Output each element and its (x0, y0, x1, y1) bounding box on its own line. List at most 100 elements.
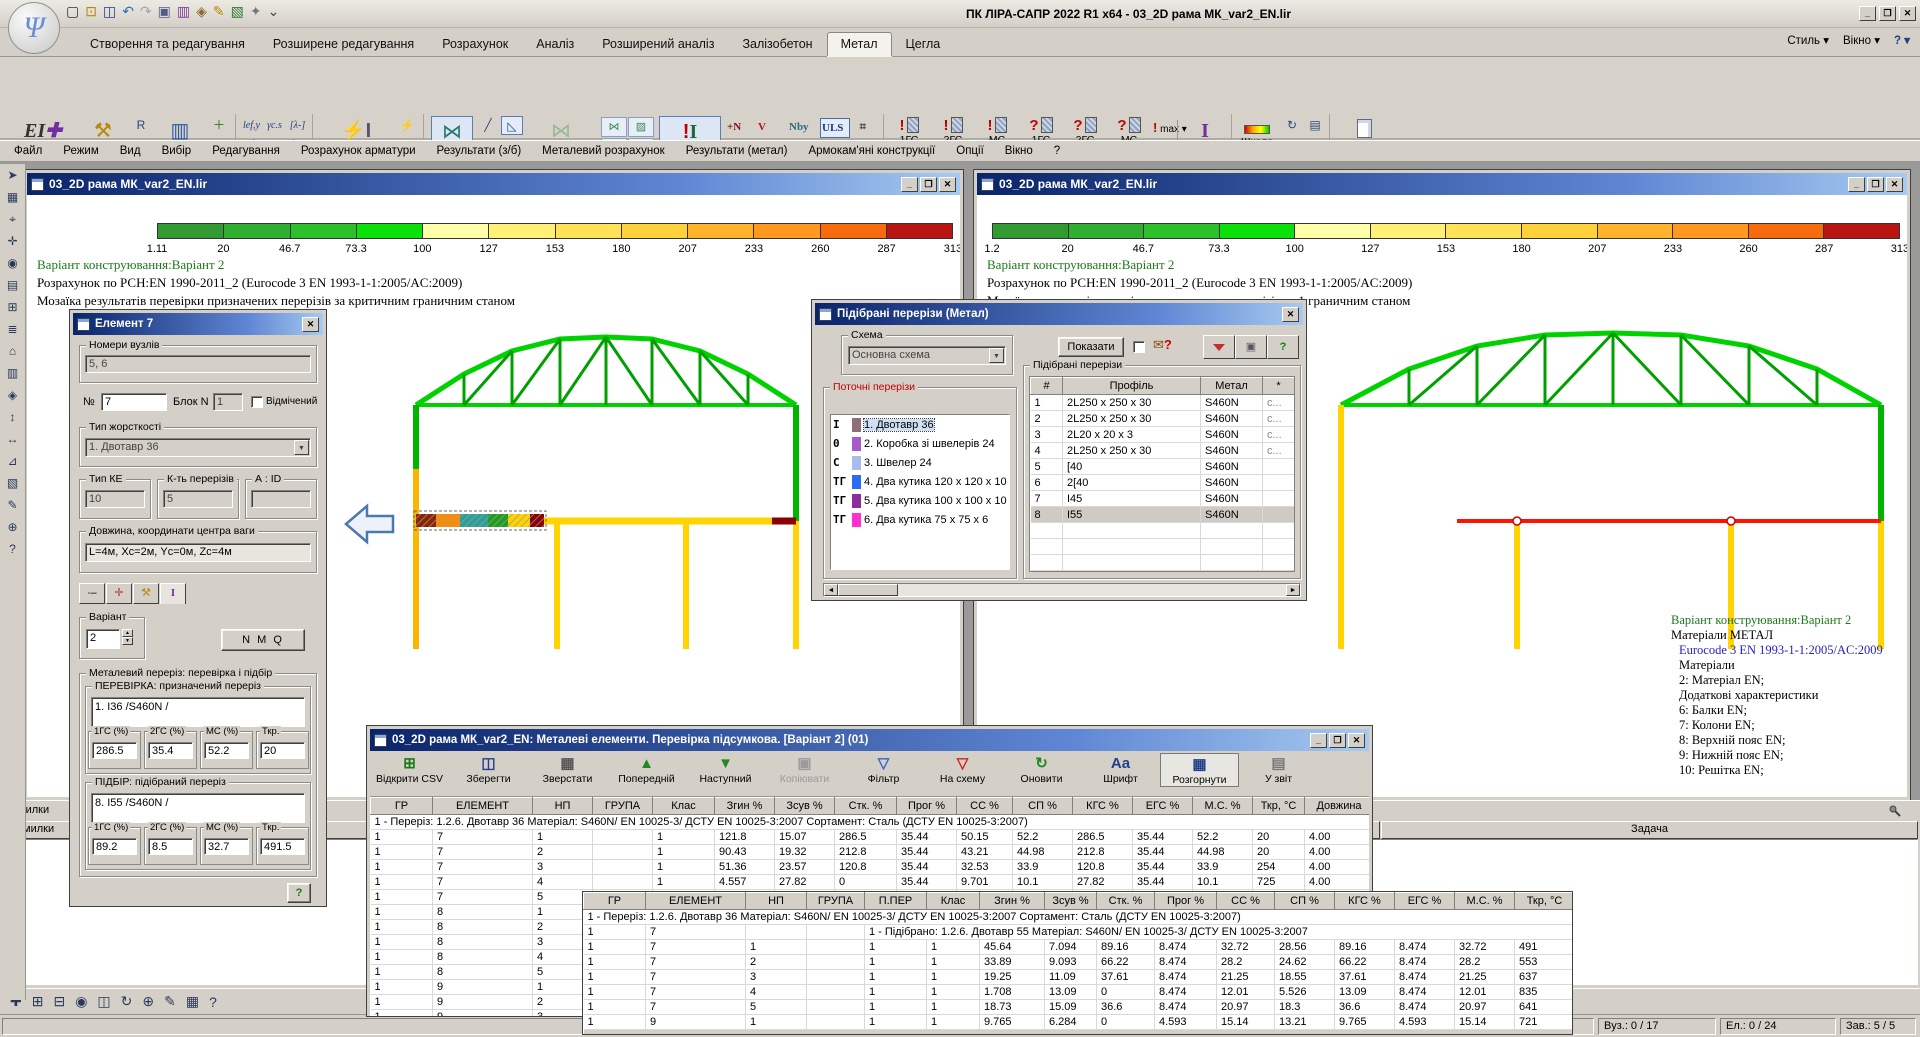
restore-button[interactable]: ❐ (1329, 733, 1346, 748)
view-tool-icon[interactable]: ◫ (97, 993, 110, 1010)
result-symbol-button[interactable]: +N (727, 118, 757, 138)
table-row[interactable]: 17 4 11 1.70813.09 08.474 12.015.526 13.… (584, 985, 1574, 1000)
table-row[interactable]: 1 2L250 x 250 x 30 S460N с... (1031, 395, 1295, 411)
menu-item[interactable]: Вибір (162, 145, 192, 157)
sections-count-field[interactable]: 5 (163, 490, 233, 508)
open-file-icon[interactable]: ⊡ (85, 3, 97, 20)
table-column-header[interactable]: СП % (1275, 893, 1335, 910)
table-column-header[interactable]: ЕГС % (1133, 798, 1193, 815)
more-commands-icon[interactable]: ⌄ (268, 3, 280, 20)
check-section-field[interactable]: 1. I36 /S460N / (91, 697, 305, 727)
table-column-header[interactable]: Профіль (1063, 378, 1201, 395)
view-tool-icon[interactable]: ▦ (186, 993, 199, 1010)
tab-design[interactable]: ⚒ (133, 583, 159, 604)
nodes-field[interactable]: 5, 6 (85, 355, 311, 373)
minimize-button[interactable]: _ (1310, 733, 1327, 748)
table-row[interactable]: 8 I55 S460N (1031, 507, 1295, 523)
menu-item[interactable]: Режим (63, 145, 98, 157)
table-row[interactable]: 17 1 1121.8 15.07286.5 35.4450.15 52.228… (371, 830, 1370, 845)
table-row[interactable]: 5 [40 S460N (1031, 459, 1295, 475)
restore-button[interactable]: ❐ (1867, 177, 1884, 192)
table-column-header[interactable]: Згин % (715, 798, 775, 815)
task-column-header[interactable]: Задача (1381, 821, 1918, 839)
table-toolbar-button[interactable]: ▦ Розгорнути (1160, 753, 1239, 787)
design-tool-icon[interactable]: R (130, 116, 152, 135)
side-tool-icon[interactable]: ? (2, 539, 24, 560)
table-toolbar-button[interactable]: ▽ На схему (923, 753, 1002, 785)
table-toolbar-button[interactable]: ▦ Зверстати (528, 753, 607, 785)
side-tool-icon[interactable]: ↔ (2, 429, 24, 450)
ribbon-tab[interactable]: Залізобетон (728, 32, 826, 56)
menu-item[interactable]: Вид (120, 145, 141, 157)
style-menu[interactable]: Стиль ▾ (1787, 33, 1829, 47)
truss-web-members[interactable] (464, 337, 748, 405)
show-all-checkbox[interactable] (1133, 341, 1145, 353)
table-toolbar-button[interactable]: ◫ Зберегти (449, 753, 528, 785)
view-tool-icon[interactable]: ◉ (75, 993, 87, 1010)
table-row[interactable]: 17 2 11 33.899.093 66.228.474 28.224.62 … (584, 955, 1574, 970)
menu-item[interactable]: Опції (956, 145, 984, 157)
table-column-header[interactable]: Довжина (1305, 798, 1370, 815)
minimize-button[interactable]: _ (901, 177, 918, 192)
ribbon-tab[interactable]: Створення та редагування (76, 32, 259, 56)
table-row[interactable]: 7 I45 S460N (1031, 491, 1295, 507)
table-column-header[interactable]: Ткр, °С (1515, 893, 1574, 910)
left-window-titlebar[interactable]: 03_2D рама МК_var2_EN.lir _ ❐ ✕ (27, 173, 960, 195)
table-row[interactable]: 17 1 11 45.647.094 89.168.474 32.7228.56… (584, 940, 1574, 955)
ribbon-tab[interactable]: Розширене редагування (259, 32, 428, 56)
lock-icon[interactable]: ✦ (250, 3, 262, 20)
table-row[interactable]: 17 3 11 19.2511.09 37.618.474 21.2518.55… (584, 970, 1574, 985)
section-band-row[interactable]: 1 - Переріз: 1.2.6. Двотавр 36 Матеріал:… (371, 815, 1370, 830)
side-tool-icon[interactable]: ⌂ (2, 341, 24, 362)
section-type-icon[interactable]: ⋈ (601, 117, 627, 137)
element-dialog-titlebar[interactable]: Елемент 7 ✕ (73, 313, 323, 335)
close-button[interactable]: ✕ (1348, 733, 1365, 748)
table-column-header[interactable]: ГРУПА (593, 798, 653, 815)
table-column-header[interactable]: Зсув % (1045, 893, 1097, 910)
side-tool-icon[interactable]: ▤ (2, 275, 24, 296)
element-number-field[interactable]: 7 (101, 393, 167, 411)
table-row[interactable]: 6 2[40 S460N (1031, 475, 1295, 491)
new-document-icon[interactable]: ▢ (66, 3, 79, 20)
help-menu[interactable]: ? ▾ (1894, 33, 1910, 47)
side-tool-icon[interactable]: ➤ (2, 165, 24, 186)
ribbon-tab[interactable]: Розрахунок (428, 32, 522, 56)
inspect-icon[interactable]: ◈ (196, 3, 207, 20)
table-toolbar-button[interactable]: ▲ Попередній (607, 753, 686, 785)
window-menu[interactable]: Вікно ▾ (1843, 33, 1880, 47)
chart-icon[interactable]: ▧ (231, 3, 244, 20)
table-column-header[interactable]: ГРУПА (807, 893, 865, 910)
view-tool-icon[interactable]: ✎ (164, 993, 176, 1010)
table-toolbar-button[interactable]: ▽ Фільтр (844, 753, 923, 785)
table-column-header[interactable]: Прог % (897, 798, 957, 815)
show-button[interactable]: Показати (1058, 337, 1124, 357)
view-tool-icon[interactable]: ? (209, 994, 217, 1010)
table-column-header[interactable]: СС % (957, 798, 1013, 815)
design-tool-icon[interactable]: ＋ (208, 116, 230, 135)
table-column-header[interactable]: Прог % (1155, 893, 1217, 910)
book-icon[interactable]: ▥ (177, 3, 190, 20)
side-tool-icon[interactable]: ↕ (2, 407, 24, 428)
menu-item[interactable]: ? (1054, 145, 1060, 157)
close-button[interactable]: ✕ (1899, 6, 1916, 21)
spinner-down-button[interactable]: ▼ (122, 637, 133, 645)
pointer-icon[interactable]: ✎ (213, 3, 225, 20)
table-column-header[interactable]: Згин % (980, 893, 1045, 910)
table-toolbar-button[interactable]: ▼ Наступний (686, 753, 765, 785)
close-button[interactable]: ✕ (302, 317, 319, 332)
view-tool-icon[interactable]: ⊞ (32, 993, 44, 1010)
table-column-header[interactable]: П.ПЕР (865, 893, 927, 910)
scroll-thumb[interactable] (838, 584, 898, 596)
table-column-header[interactable]: ГР (584, 893, 646, 910)
right-window-titlebar[interactable]: 03_2D рама МК_var2_EN.lir _ ❐ ✕ (977, 173, 1907, 195)
code-annotation[interactable]: Eurocode 3 EN 1993-1-1:2005/AC:2009 (1671, 643, 1883, 658)
tab-steel-section[interactable]: I (160, 583, 186, 604)
ribbon-tab[interactable]: Розширений аналіз (588, 32, 728, 56)
calc-option-icon[interactable]: ⚡ (396, 116, 418, 135)
view-tool-icon[interactable]: ⊕ (142, 993, 154, 1010)
selection-band-row[interactable]: 1 7 1 - Підібрано: 1.2.6. Двотавр 55 Мат… (584, 925, 1574, 940)
close-button[interactable]: ✕ (939, 177, 956, 192)
menu-item[interactable]: Металевий розрахунок (542, 145, 665, 157)
help-button[interactable]: ? (287, 883, 311, 903)
table-column-header[interactable]: ГР (371, 798, 433, 815)
